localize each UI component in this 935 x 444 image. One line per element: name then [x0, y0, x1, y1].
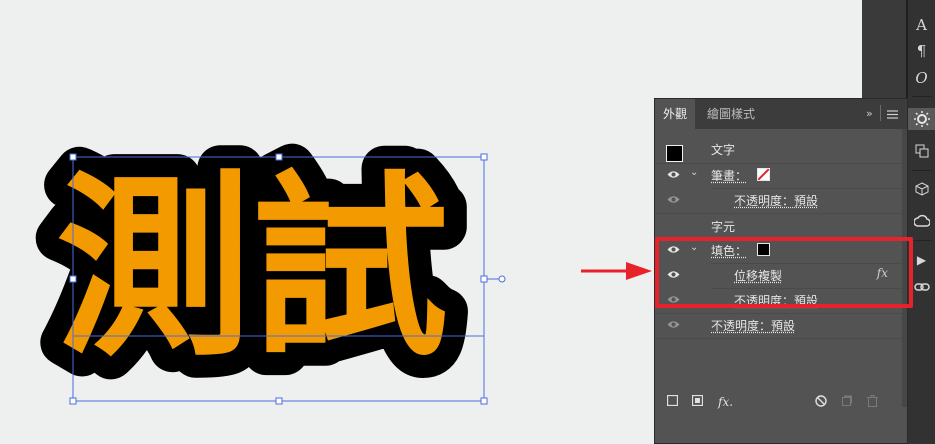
dock-separator	[912, 240, 932, 241]
tab-graphic-styles[interactable]: 繪圖樣式	[699, 99, 763, 129]
text-label: 文字	[711, 143, 736, 157]
no-sign-icon	[815, 395, 827, 407]
cloud-icon	[913, 214, 930, 227]
stroke-none-swatch[interactable]	[757, 168, 770, 181]
panel-bottom-toolbar: fx.	[655, 393, 907, 415]
eye-icon[interactable]	[667, 170, 680, 179]
3d-panel-icon[interactable]	[908, 178, 935, 200]
characters-label: 字元	[711, 220, 736, 234]
character-panel-icon[interactable]: A	[908, 14, 935, 36]
panel-menu-icon[interactable]	[887, 109, 898, 122]
fx-icon: fx	[718, 395, 730, 409]
none-swatch-icon	[758, 169, 769, 180]
panel-icon-dock: A ¶ O ▶	[908, 0, 935, 444]
layers-icon	[915, 144, 928, 158]
hamburger-icon	[887, 110, 898, 119]
trash-icon[interactable]	[867, 395, 878, 410]
eye-icon[interactable]	[667, 320, 680, 329]
tab-appearance[interactable]: 外觀	[655, 99, 696, 129]
duplicate-icon	[842, 395, 852, 406]
stroke-label[interactable]: 筆畫：	[711, 167, 747, 184]
stroke-opacity-row[interactable]: 不透明度：預設	[655, 188, 902, 213]
libraries-panel-icon[interactable]	[908, 210, 935, 232]
stroke-row[interactable]: ⌄ 筆畫：	[655, 163, 902, 188]
add-new-fill-button[interactable]	[691, 394, 704, 409]
dock-separator	[912, 96, 932, 97]
link-icon	[913, 283, 930, 291]
paragraph-panel-icon[interactable]: ¶	[908, 40, 935, 62]
chevron-down-icon[interactable]: ⌄	[690, 167, 698, 178]
square-filled-icon	[691, 394, 704, 407]
stroke-opacity-label[interactable]: 不透明度：預設	[734, 192, 818, 209]
panel-tab-bar: 外觀 繪圖樣式 »	[655, 99, 907, 129]
appearance-panel-icon[interactable]	[908, 108, 935, 130]
layers-panel-icon[interactable]	[908, 140, 935, 162]
annotation-arrow	[581, 262, 652, 280]
opacity-row[interactable]: 不透明度：預設	[655, 313, 902, 338]
text-fill[interactable]: 測試	[56, 155, 448, 383]
square-outline-icon	[666, 394, 679, 407]
opacity-label[interactable]: 不透明度：預設	[711, 317, 795, 334]
eye-icon[interactable]	[667, 195, 680, 204]
sun-icon	[913, 111, 930, 127]
duplicate-item-button[interactable]	[842, 395, 853, 409]
add-new-stroke-button[interactable]	[666, 394, 679, 409]
trash-can-icon	[867, 395, 878, 407]
characters-row[interactable]: 字元	[655, 213, 902, 238]
collapse-icon[interactable]: »	[866, 107, 873, 120]
annotation-highlight-box	[655, 237, 913, 308]
dock-separator	[912, 170, 932, 171]
tab-ctrl-divider	[880, 105, 881, 121]
text-header-row[interactable]: 文字	[655, 135, 902, 162]
row-divider	[655, 338, 902, 339]
clear-appearance-button[interactable]	[815, 395, 827, 410]
add-new-effect-button[interactable]: fx.	[718, 395, 733, 409]
opentype-panel-icon[interactable]: O	[908, 67, 935, 89]
cube-icon	[915, 182, 928, 196]
object-thumbnail	[666, 145, 683, 162]
